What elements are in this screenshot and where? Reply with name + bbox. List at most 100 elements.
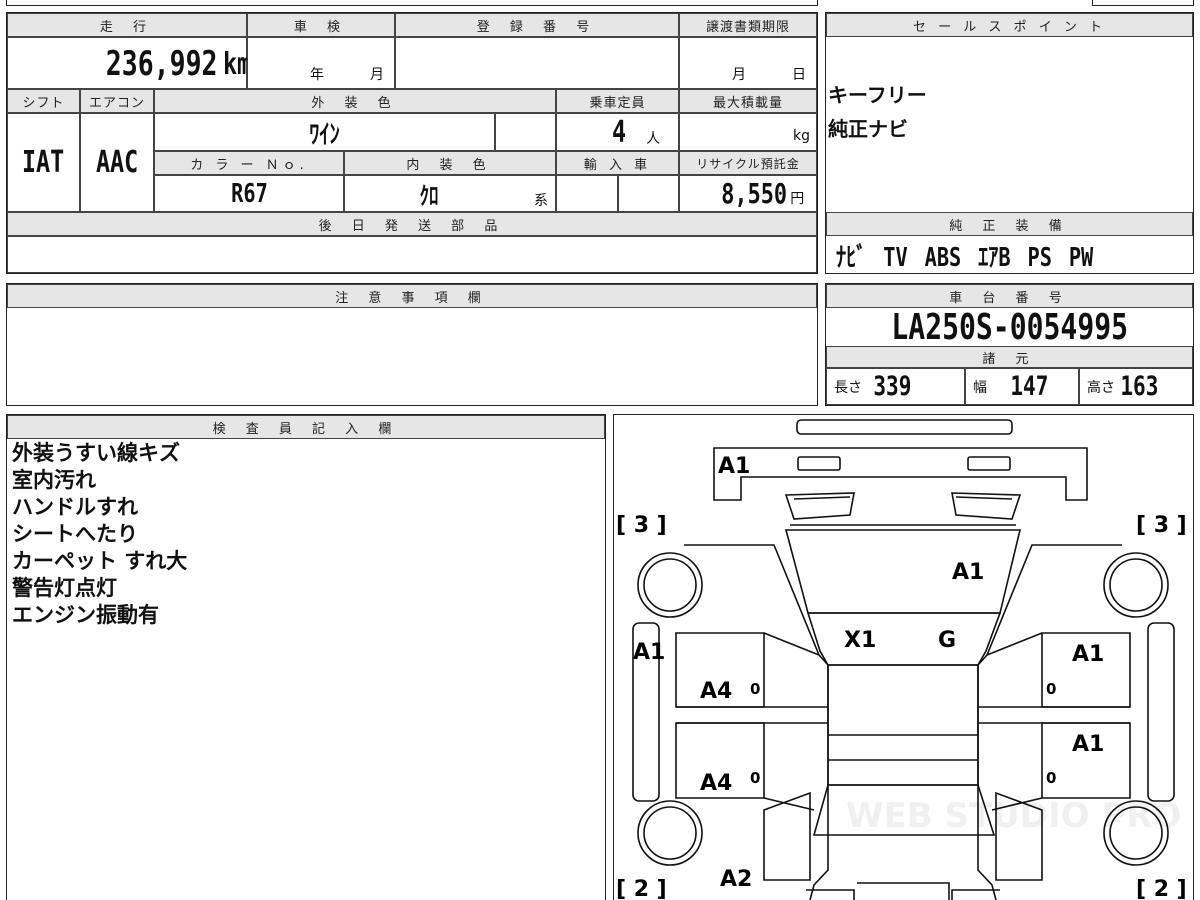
interior-color-suffix: 系 bbox=[534, 193, 548, 209]
equipment-wrap: ﾅﾋﾞ TV ABS ｴｱB PS PW bbox=[836, 238, 1176, 273]
mark-zero-3: 0 bbox=[1046, 680, 1056, 698]
top-partial-strip bbox=[6, 0, 818, 6]
recycle-unit: 円 bbox=[790, 190, 805, 207]
inspection-year-label: 年 bbox=[310, 67, 324, 83]
roof-spoiler-shape bbox=[796, 419, 1013, 435]
later-parts-cell bbox=[7, 236, 817, 273]
sales-points-header: セ ー ル ス ポ イ ン ト bbox=[826, 13, 1193, 37]
recycle-header: リサイクル預託金 bbox=[679, 151, 817, 175]
windshield-shape bbox=[806, 612, 1002, 666]
roof-shape bbox=[827, 664, 979, 786]
remark-item: ハンドルすれ bbox=[12, 495, 138, 519]
hood-shape bbox=[784, 529, 1022, 614]
mark-zero-1: 0 bbox=[750, 680, 760, 698]
deadline-day-label: 日 bbox=[792, 67, 806, 83]
sales-point-item: 純正ナビ bbox=[828, 117, 908, 141]
chassis-wrap: LA250S-0054995 bbox=[826, 306, 1193, 348]
spec-length-value: 339 bbox=[873, 371, 912, 402]
registration-header: 登 録 番 号 bbox=[395, 13, 679, 37]
exterior-color-code-cell bbox=[495, 113, 556, 151]
right-side-skirt-shape bbox=[1147, 622, 1175, 802]
mark-windshield-left: X1 bbox=[844, 628, 876, 653]
mark-windshield-right: G bbox=[938, 628, 956, 653]
capacity-unit: 人 bbox=[646, 131, 661, 147]
spec-width-value: 147 bbox=[1010, 371, 1049, 402]
mark-front-bumper: A1 bbox=[718, 454, 750, 479]
interior-color-header: 内 装 色 bbox=[344, 151, 556, 175]
shift-header: シフト bbox=[7, 89, 80, 113]
mileage-number: 236,992 bbox=[105, 44, 218, 84]
mark-left-fender: A1 bbox=[633, 640, 665, 665]
capacity-value: 4 bbox=[611, 114, 627, 150]
max-load-unit: kg bbox=[793, 128, 810, 144]
recycle-value: 8,550 bbox=[721, 177, 788, 210]
headlight-right-shape bbox=[967, 456, 1011, 471]
interior-color-wrap: ｸﾛ bbox=[344, 175, 514, 212]
mark-hood: A1 bbox=[952, 560, 984, 585]
spec-length: 長さ 339 bbox=[834, 368, 917, 405]
spec-height-label: 高さ bbox=[1087, 379, 1115, 396]
mark-zero-2: 0 bbox=[750, 769, 760, 787]
import-header: 輸 入 車 bbox=[556, 151, 679, 175]
remark-item: 警告灯点灯 bbox=[12, 576, 117, 600]
rear-bumper-shape bbox=[806, 889, 1000, 900]
mark-zero-4: 0 bbox=[1046, 769, 1056, 787]
aircon-value: AAC bbox=[95, 144, 139, 180]
mark-left-rear: A2 bbox=[720, 867, 752, 892]
spec-width-label: 幅 bbox=[973, 379, 987, 396]
top-partial-strip-right bbox=[1092, 0, 1194, 6]
color-no-wrap: R67 bbox=[154, 175, 344, 212]
corner-tl: [ 3 ] bbox=[616, 513, 667, 538]
watermark: WEB STUDIO PRO bbox=[846, 796, 1181, 836]
transfer-deadline-header: 譲渡書類期限 bbox=[679, 13, 817, 37]
color-no-header: カ ラ ー Ｎｏ. bbox=[154, 151, 344, 175]
notes-header: 注 意 事 項 欄 bbox=[7, 284, 817, 308]
mileage-value: 236,992 km bbox=[90, 44, 252, 84]
shift-value: IAT bbox=[22, 144, 65, 180]
specs-header: 諸 元 bbox=[826, 346, 1193, 368]
wheel-rear-left-shape bbox=[637, 800, 703, 866]
exterior-color-header: 外 装 色 bbox=[154, 89, 556, 113]
exterior-color-value: ﾜｲﾝ bbox=[309, 119, 340, 150]
left-rear-quarter-shape bbox=[763, 791, 811, 881]
mark-right-front-door: A1 bbox=[1072, 642, 1104, 667]
chassis-header: 車 台 番 号 bbox=[826, 284, 1193, 308]
inspection-month-label: 月 bbox=[370, 67, 384, 83]
remark-item: シートへたり bbox=[12, 522, 138, 546]
capacity-wrap: 4 人 bbox=[610, 113, 660, 151]
inspector-remarks: 外装うすい線キズ 室内汚れ ハンドルすれ シートへたり カーペット すれ大 警告… bbox=[12, 440, 187, 629]
wheel-front-right-shape bbox=[1103, 552, 1169, 618]
remark-item: 外装うすい線キズ bbox=[12, 441, 180, 465]
front-bumper-shape bbox=[713, 447, 1088, 501]
spec-height-value: 163 bbox=[1120, 371, 1159, 402]
wheel-front-left-shape bbox=[637, 552, 703, 618]
chassis-number: LA250S-0054995 bbox=[891, 306, 1128, 348]
remark-item: 室内汚れ bbox=[12, 468, 96, 492]
registration-cell bbox=[395, 37, 679, 89]
aircon-header: エアコン bbox=[80, 89, 154, 113]
recycle-wrap: 8,550 円 bbox=[712, 175, 804, 212]
mileage-header: 走 行 bbox=[7, 13, 247, 37]
spec-width: 幅 147 bbox=[973, 368, 1054, 405]
corner-tr: [ 3 ] bbox=[1136, 513, 1187, 538]
equipment-header: 純 正 装 備 bbox=[826, 212, 1193, 236]
max-load-header: 最大積載量 bbox=[679, 89, 817, 113]
sales-point-item: キーフリー bbox=[828, 83, 927, 107]
deadline-month-label: 月 bbox=[732, 67, 746, 83]
shift-value-wrap: IAT bbox=[7, 140, 80, 184]
mark-left-front-door: A4 bbox=[700, 679, 732, 704]
mark-right-rear-door: A1 bbox=[1072, 732, 1104, 757]
inspection-header: 車 検 bbox=[247, 13, 395, 37]
inspector-header: 検 査 員 記 入 欄 bbox=[7, 415, 605, 439]
remark-item: カーペット すれ大 bbox=[12, 549, 188, 573]
equipment-items: ﾅﾋﾞ TV ABS ｴｱB PS PW bbox=[836, 242, 1094, 273]
corner-br: [ 2 ] bbox=[1136, 877, 1187, 900]
import-cell-a bbox=[556, 175, 618, 212]
color-no-value: R67 bbox=[230, 178, 268, 209]
later-parts-header: 後 日 発 送 部 品 bbox=[7, 212, 817, 236]
remark-item: エンジン振動有 bbox=[12, 603, 159, 627]
mark-left-rear-door: A4 bbox=[700, 771, 732, 796]
sales-points-list: キーフリー 純正ナビ bbox=[828, 78, 927, 146]
interior-color-value: ｸﾛ bbox=[419, 182, 439, 210]
spec-length-label: 長さ bbox=[834, 379, 862, 396]
